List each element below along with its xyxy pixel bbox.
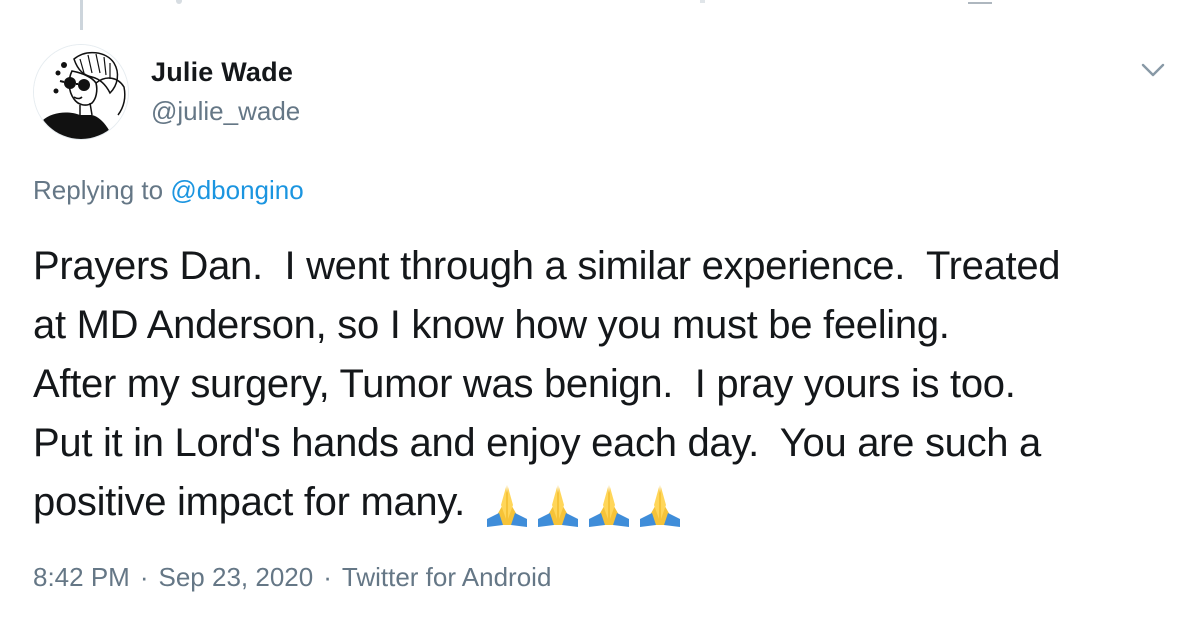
meta-separator: · [139, 562, 149, 592]
previous-tweet-fragment [176, 0, 182, 4]
tweet-date[interactable]: Sep 23, 2020 [159, 562, 314, 592]
tweet-text: Prayers Dan. I went through a similar ex… [33, 237, 1178, 538]
tweet-text-line: Put it in Lord's hands and enjoy each da… [33, 421, 1041, 465]
tweet-text-line: at MD Anderson, so I know how you must b… [33, 303, 950, 347]
tweet-text-last-line: positive impact for many. [33, 473, 1178, 538]
folded-hands-emoji [537, 485, 578, 527]
folded-hands-emoji [486, 485, 527, 527]
emoji-group [483, 479, 687, 538]
chevron-down-icon [1141, 63, 1165, 77]
replying-to-label: Replying to [33, 175, 164, 205]
previous-tweet-fragment [968, 2, 992, 4]
meta-separator: · [323, 562, 332, 592]
tweet-time[interactable]: 8:42 PM [33, 562, 130, 592]
author-name[interactable]: Julie Wade [151, 57, 293, 88]
tweet-text-line: positive impact for many. [33, 480, 465, 524]
mention-link[interactable]: @dbongino [170, 175, 303, 205]
tweet-text-line: After my surgery, Tumor was benign. I pr… [33, 362, 1016, 406]
previous-tweet-fragment [700, 0, 705, 3]
tweet-menu-button[interactable] [1137, 57, 1169, 83]
tweet-source[interactable]: Twitter for Android [342, 562, 552, 592]
replying-to: Replying to @dbongino [33, 175, 304, 206]
folded-hands-emoji [588, 485, 629, 527]
thread-connector-line [80, 0, 83, 30]
avatar-illustration-icon [34, 45, 128, 139]
tweet-text-line: Prayers Dan. I went through a similar ex… [33, 244, 1061, 288]
folded-hands-emoji [639, 485, 680, 527]
author-handle[interactable]: @julie_wade [151, 96, 300, 127]
tweet-meta: 8:42 PM · Sep 23, 2020 · Twitter for Android [33, 562, 551, 593]
avatar[interactable] [33, 44, 129, 140]
